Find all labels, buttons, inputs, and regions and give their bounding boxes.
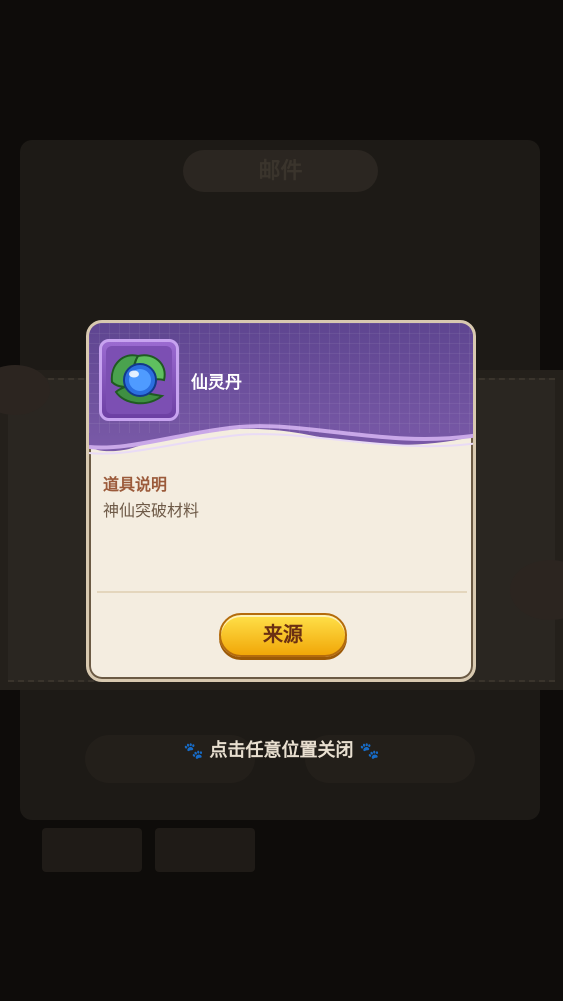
close-hint-text: 点击任意位置关闭	[209, 740, 354, 761]
blue-pill-on-leaf-icon	[110, 354, 166, 405]
screen[interactable]: 邮件 🐾 🐾	[0, 0, 563, 1001]
divider	[97, 591, 467, 593]
item-icon-frame[interactable]	[99, 339, 179, 421]
description-title: 道具说明	[103, 475, 168, 494]
popup-header: 仙灵丹	[89, 323, 473, 463]
background-title: 邮件	[258, 159, 303, 184]
paw-print-icon: 🐾	[183, 741, 204, 760]
item-info-popup: 仙灵丹 道具说明 神仙突破材料 来源	[86, 320, 476, 682]
background-tab	[155, 828, 255, 872]
background-tab	[42, 828, 142, 872]
source-button[interactable]: 来源	[219, 613, 347, 657]
description-text: 神仙突破材料	[103, 501, 200, 520]
close-hint[interactable]: 🐾 点击任意位置关闭 🐾	[0, 736, 563, 762]
paw-print-icon: 🐾	[359, 741, 380, 760]
item-name: 仙灵丹	[191, 373, 242, 393]
